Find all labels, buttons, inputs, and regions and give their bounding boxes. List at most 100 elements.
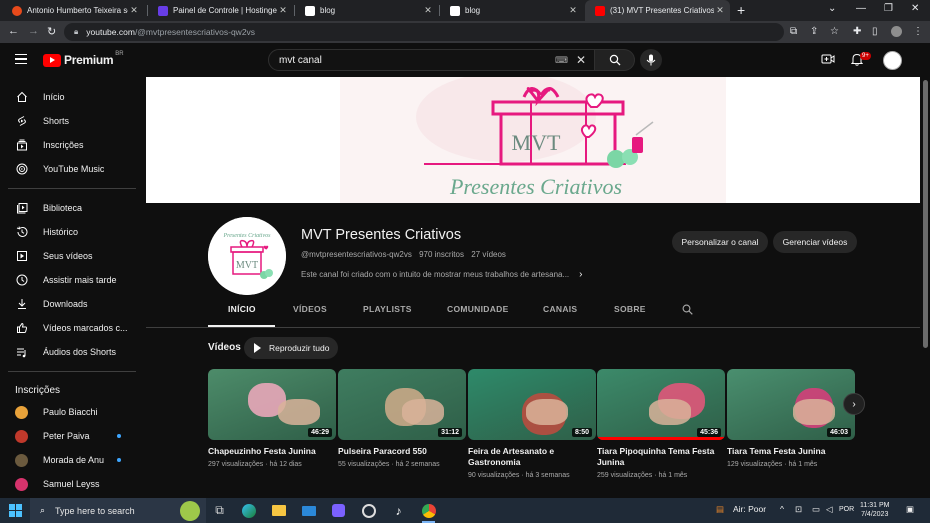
channel-description[interactable]: Este canal foi criado com o intuito de m… <box>301 269 582 280</box>
edge-icon[interactable] <box>240 502 257 519</box>
language-indicator[interactable]: POR <box>839 506 854 513</box>
search-input[interactable]: mvt canal ⌨ ✕ <box>268 49 595 71</box>
video-title[interactable]: Feira de Artesanato e Gastronomia <box>468 446 596 468</box>
shelf-next-button[interactable]: › <box>843 393 865 415</box>
video-card[interactable]: 8:50 Feira de Artesanato e Gastronomia 90 … <box>468 369 596 479</box>
sidebar-item-liked-videos[interactable]: Vídeos marcados c... <box>0 316 145 340</box>
sidebar-item-shorts-audio[interactable]: Áudios dos Shorts <box>0 340 145 364</box>
media-player-icon[interactable] <box>360 502 377 519</box>
manage-videos-button[interactable]: Gerenciar vídeos <box>773 231 857 253</box>
play-all-button[interactable]: Reproduzir tudo <box>244 337 338 359</box>
close-tab-icon[interactable]: ✕ <box>277 5 289 16</box>
video-card[interactable]: 46:29 Chapeuzinho Festa Junina 297 visuali… <box>208 369 336 468</box>
tab-search-icon[interactable]: ⌄ <box>828 3 836 14</box>
chrome-icon[interactable] <box>420 502 437 523</box>
weather-icon[interactable]: ▤ <box>716 504 724 515</box>
close-tab-icon[interactable]: ✕ <box>128 5 140 16</box>
taskbar-clock[interactable]: 11:31 PM 7/4/2023 <box>860 501 889 519</box>
tab-home[interactable]: INÍCIO <box>228 304 256 314</box>
file-explorer-icon[interactable] <box>270 502 287 519</box>
profile-avatar[interactable] <box>891 26 902 37</box>
tray-chevron-icon[interactable]: ^ <box>780 504 784 514</box>
video-thumbnail[interactable]: 45:36 <box>597 369 725 440</box>
channel-avatar-large[interactable]: Presentes Criativos MVT <box>208 217 286 295</box>
sidebar-item-history[interactable]: Histórico <box>0 220 145 244</box>
video-card[interactable]: 31:12 Pulseira Paracord 550 55 visualizaçõ… <box>338 369 466 468</box>
sidebar-item-home[interactable]: Início <box>0 85 145 109</box>
tab-community[interactable]: COMUNIDADE <box>447 304 509 314</box>
close-tab-icon[interactable]: ✕ <box>567 5 579 16</box>
side-panel-icon[interactable]: ▯ <box>872 26 878 37</box>
browser-tab[interactable]: Painel de Controle | Hostinger ✕ <box>148 0 293 21</box>
sidebar-item-library[interactable]: Biblioteca <box>0 196 145 220</box>
address-bar[interactable]: 🔒︎ youtube.com /@mvtpresentescriativos-q… <box>64 23 784 41</box>
extensions-icon[interactable]: ✚ <box>853 26 861 37</box>
close-tab-icon[interactable]: ✕ <box>422 5 434 16</box>
sidebar-item-your-videos[interactable]: Seus vídeos <box>0 244 145 268</box>
video-title[interactable]: Chapeuzinho Festa Junina <box>208 446 336 457</box>
browser-tab[interactable]: blog ✕ <box>295 0 438 21</box>
clear-search-icon[interactable]: ✕ <box>576 53 586 67</box>
browser-tab[interactable]: blog ✕ <box>440 0 583 21</box>
tiktok-icon[interactable]: ♪ <box>390 502 407 519</box>
taskbar-search-input[interactable]: ⌕ Type here to search <box>30 498 206 523</box>
reload-icon[interactable]: ↻ <box>47 25 56 38</box>
create-video-icon[interactable] <box>821 53 835 65</box>
sidebar-item-watch-later[interactable]: Assistir mais tarde <box>0 268 145 292</box>
video-title[interactable]: Pulseira Paracord 550 <box>338 446 466 457</box>
sidebar-item-shorts[interactable]: Shorts <box>0 109 145 133</box>
share-icon[interactable]: ⇪ <box>810 26 818 37</box>
tab-videos[interactable]: VÍDEOS <box>293 304 327 314</box>
keyboard-icon[interactable]: ⌨ <box>555 55 568 66</box>
browser-menu-icon[interactable]: ⋮ <box>913 26 923 37</box>
sidebar-subscription-item[interactable]: Morada de Anu <box>0 448 145 472</box>
browser-tab[interactable]: Antonio Humberto Teixeira se ins ✕ <box>2 0 144 21</box>
back-icon[interactable]: ← <box>8 25 19 37</box>
video-thumbnail[interactable]: 46:29 <box>208 369 336 440</box>
sidebar-item-downloads[interactable]: Downloads <box>0 292 145 316</box>
forward-icon[interactable]: → <box>28 25 39 37</box>
lock-icon[interactable]: 🔒︎ <box>74 27 78 37</box>
install-app-icon[interactable]: ⧉ <box>790 26 797 37</box>
customize-channel-button[interactable]: Personalizar o canal <box>672 231 768 253</box>
account-avatar[interactable] <box>883 51 902 70</box>
volume-icon[interactable]: ◁ <box>826 504 833 515</box>
video-thumbnail[interactable]: 46:03 <box>727 369 855 440</box>
sidebar-subscription-item[interactable]: Samuel Leyss <box>0 472 145 496</box>
network-icon[interactable]: ⊡ <box>795 504 802 515</box>
maximize-icon[interactable]: ❐ <box>884 3 893 14</box>
tab-about[interactable]: SOBRE <box>614 304 646 314</box>
menu-icon[interactable] <box>15 54 27 64</box>
new-tab-button[interactable]: + <box>737 2 745 18</box>
browser-toolbar: ← → ↻ 🔒︎ youtube.com /@mvtpresentescriat… <box>0 21 930 43</box>
sidebar-item-youtube-music[interactable]: YouTube Music <box>0 157 145 181</box>
task-view-icon[interactable]: ⧉ <box>211 502 228 519</box>
close-window-icon[interactable]: ✕ <box>911 3 919 14</box>
notifications-icon[interactable]: ▣ <box>906 504 914 515</box>
browser-tab-active[interactable]: (31) MVT Presentes Criativos - Yo ✕ <box>585 0 730 21</box>
channel-search-icon[interactable] <box>682 304 693 315</box>
video-card[interactable]: 45:36 Tiara Pipoquinha Tema Festa Junina 2… <box>597 369 725 479</box>
video-thumbnail[interactable]: 8:50 <box>468 369 596 440</box>
close-tab-icon[interactable]: ✕ <box>714 5 726 16</box>
sidebar-subscription-item[interactable]: Paulo Biacchi <box>0 400 145 424</box>
battery-icon[interactable]: ▭ <box>812 504 820 515</box>
sidebar-subscription-item[interactable]: Peter Paiva <box>0 424 145 448</box>
search-button[interactable] <box>595 49 635 71</box>
tab-channels[interactable]: CANAIS <box>543 304 577 314</box>
sidebar-item-subscriptions[interactable]: Inscrições <box>0 133 145 157</box>
video-title[interactable]: Tiara Pipoquinha Tema Festa Junina <box>597 446 725 468</box>
youtube-logo[interactable]: Premium BR <box>43 51 124 67</box>
minimize-icon[interactable]: — <box>856 3 866 14</box>
voice-search-button[interactable] <box>640 49 662 71</box>
weather-status[interactable]: Air: Poor <box>733 504 766 514</box>
video-title[interactable]: Tiara Tema Festa Junina <box>727 446 855 457</box>
video-card[interactable]: 46:03 Tiara Tema Festa Junina 129 visualiz… <box>727 369 855 468</box>
tab-playlists[interactable]: PLAYLISTS <box>363 304 412 314</box>
mail-icon[interactable] <box>300 502 317 519</box>
video-thumbnail[interactable]: 31:12 <box>338 369 466 440</box>
media-app-icon[interactable] <box>330 502 347 519</box>
bookmark-star-icon[interactable]: ☆ <box>830 26 839 37</box>
page-scrollbar-thumb[interactable] <box>923 80 928 348</box>
windows-start-icon[interactable] <box>9 504 22 517</box>
